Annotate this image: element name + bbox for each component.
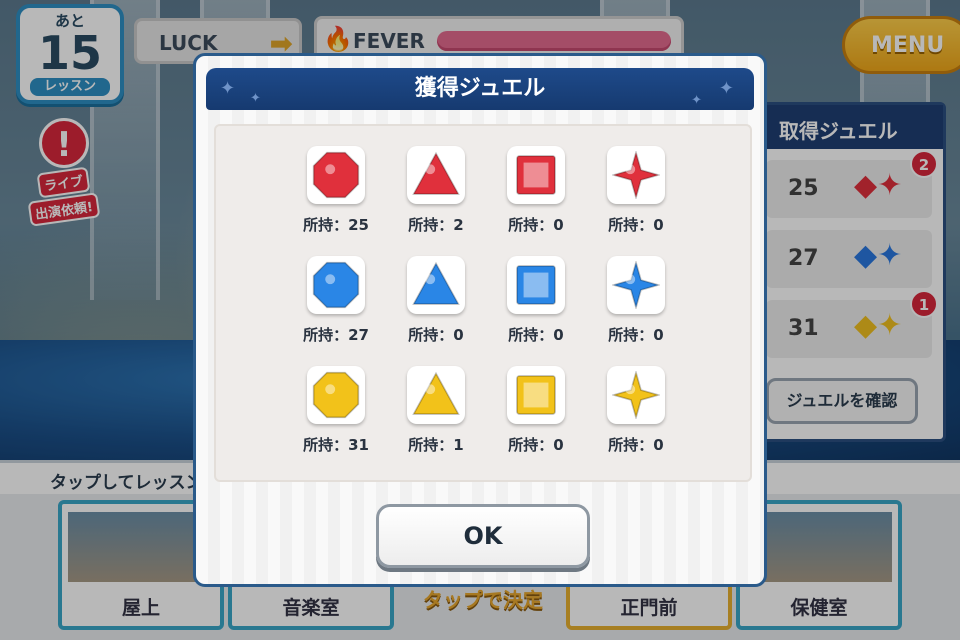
jewel-owned-count: 所持：31 <box>303 436 369 454</box>
jewel-cell: 所持：2 <box>386 146 486 246</box>
jewel-owned-count: 所持：0 <box>508 326 564 344</box>
red-star-jewel-icon <box>607 146 665 204</box>
jewel-owned-count: 所持：0 <box>508 436 564 454</box>
jewel-owned-count: 所持：0 <box>508 216 564 234</box>
red-octagon-jewel-icon <box>307 146 365 204</box>
jewel-owned-count: 所持：1 <box>408 436 464 454</box>
blue-octagon-jewel-icon <box>307 256 365 314</box>
jewel-owned-count: 所持：0 <box>608 326 664 344</box>
jewel-cell: 所持：27 <box>286 256 386 356</box>
jewel-owned-count: 所持：27 <box>303 326 369 344</box>
red-square-jewel-icon <box>507 146 565 204</box>
jewel-cell: 所持：31 <box>286 366 386 466</box>
yellow-triangle-jewel-icon <box>407 366 465 424</box>
jewel-cell: 所持：0 <box>486 366 586 466</box>
jewel-cell: 所持：1 <box>386 366 486 466</box>
modal-title-bar: ✦ ✦ ✦ ✦ 獲得ジュエル <box>206 68 754 110</box>
jewel-cell: 所持：0 <box>486 146 586 246</box>
yellow-square-jewel-icon <box>507 366 565 424</box>
jewel-cell: 所持：0 <box>386 256 486 356</box>
jewel-owned-count: 所持：0 <box>608 436 664 454</box>
red-triangle-jewel-icon <box>407 146 465 204</box>
blue-triangle-jewel-icon <box>407 256 465 314</box>
blue-star-jewel-icon <box>607 256 665 314</box>
blue-square-jewel-icon <box>507 256 565 314</box>
jewel-grid: 所持：25 所持：2 所持：0 所持：0 所持：27 所持：0 所持：0 所持：0 所持：31 所… <box>214 124 752 482</box>
ok-button[interactable]: OK <box>376 504 590 568</box>
jewel-cell: 所持：0 <box>586 256 686 356</box>
modal-title: 獲得ジュエル <box>414 76 546 101</box>
yellow-octagon-jewel-icon <box>307 366 365 424</box>
acquired-jewels-modal: ✦ ✦ ✦ ✦ 獲得ジュエル 所持：25 所持：2 所持：0 所持：0 所持：27 所持：… <box>193 53 767 587</box>
sparkle-icon: ✦ <box>250 91 261 106</box>
jewel-cell: 所持：0 <box>586 146 686 246</box>
yellow-star-jewel-icon <box>607 366 665 424</box>
jewel-owned-count: 所持：0 <box>408 326 464 344</box>
jewel-cell: 所持：0 <box>586 366 686 466</box>
sparkle-icon: ✦ <box>718 78 734 99</box>
jewel-owned-count: 所持：0 <box>608 216 664 234</box>
jewel-owned-count: 所持：25 <box>303 216 369 234</box>
sparkle-icon: ✦ <box>220 78 236 99</box>
jewel-owned-count: 所持：2 <box>408 216 464 234</box>
jewel-cell: 所持：25 <box>286 146 386 246</box>
jewel-cell: 所持：0 <box>486 256 586 356</box>
sparkle-icon: ✦ <box>691 93 702 108</box>
